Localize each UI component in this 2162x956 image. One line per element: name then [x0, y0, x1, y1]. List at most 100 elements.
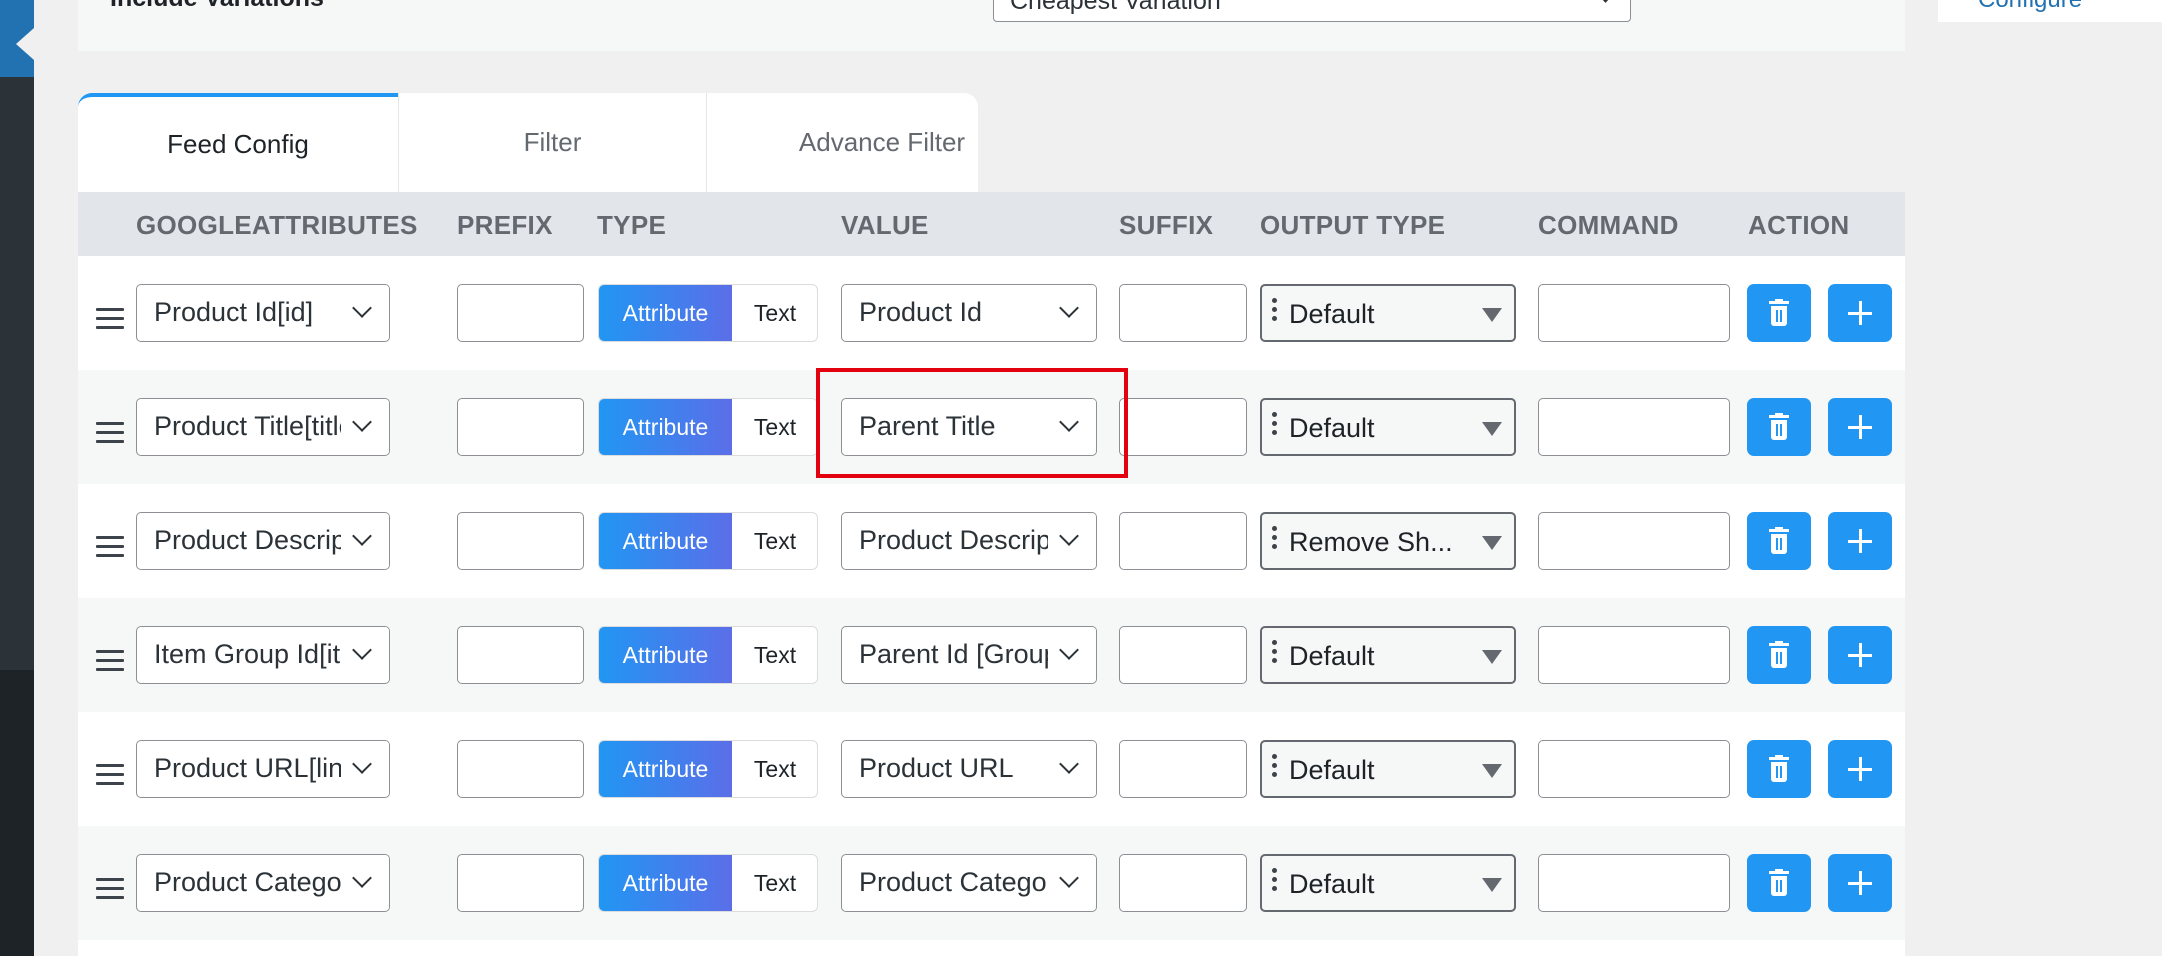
delete-row-button[interactable] — [1747, 284, 1811, 342]
prefix-input[interactable] — [457, 854, 584, 912]
command-input[interactable] — [1538, 740, 1730, 798]
add-row-button[interactable] — [1828, 740, 1892, 798]
column-header-command: COMMAND — [1538, 210, 1679, 240]
prefix-input[interactable] — [457, 512, 584, 570]
attribute-select[interactable]: Product Category[product_type] — [136, 854, 390, 912]
attribute-select[interactable]: Product Description[description] — [136, 512, 390, 570]
output-type-select[interactable]: Default — [1260, 626, 1516, 684]
multi-select-handle-icon — [1272, 640, 1277, 667]
table-header: GOOGLEATTRIBUTES PREFIX TYPE VALUE SUFFI… — [78, 192, 1905, 256]
type-text-button[interactable]: Text — [732, 741, 817, 797]
value-select[interactable]: Product Category — [841, 854, 1097, 912]
tab-filter[interactable]: Filter — [399, 93, 706, 192]
table-row: Product Category[product_type] Attribute… — [78, 826, 1905, 940]
delete-row-button[interactable] — [1747, 626, 1811, 684]
value-select[interactable]: Product Id — [841, 284, 1097, 342]
dropdown-arrow-icon — [1482, 308, 1502, 322]
type-attribute-button[interactable]: Attribute — [599, 855, 732, 911]
trash-icon — [1769, 527, 1789, 555]
output-type-select[interactable]: Default — [1260, 398, 1516, 456]
suffix-input[interactable] — [1119, 398, 1247, 456]
trash-icon — [1769, 869, 1789, 897]
suffix-input[interactable] — [1119, 626, 1247, 684]
suffix-input[interactable] — [1119, 284, 1247, 342]
delete-row-button[interactable] — [1747, 398, 1811, 456]
include-variations-value: Cheapest Variation — [1010, 0, 1221, 15]
command-input[interactable] — [1538, 854, 1730, 912]
add-row-button[interactable] — [1828, 854, 1892, 912]
add-row-button[interactable] — [1828, 398, 1892, 456]
suffix-input[interactable] — [1119, 512, 1247, 570]
delete-row-button[interactable] — [1747, 512, 1811, 570]
type-toggle: Attribute Text — [598, 284, 818, 342]
attribute-select[interactable]: Product URL[link] — [136, 740, 390, 798]
multi-select-handle-icon — [1272, 868, 1277, 895]
type-text-button[interactable]: Text — [732, 855, 817, 911]
drag-handle-icon[interactable] — [96, 764, 124, 786]
include-variations-select[interactable]: Cheapest Variation — [993, 0, 1631, 22]
output-type-select[interactable]: Default — [1260, 740, 1516, 798]
dropdown-arrow-icon — [1482, 650, 1502, 664]
delete-row-button[interactable] — [1747, 740, 1811, 798]
drag-handle-icon[interactable] — [96, 422, 124, 444]
chevron-down-icon — [1596, 0, 1615, 3]
dropdown-arrow-icon — [1482, 536, 1502, 550]
column-header-output-type: OUTPUT TYPE — [1260, 210, 1446, 240]
command-input[interactable] — [1538, 398, 1730, 456]
command-input[interactable] — [1538, 512, 1730, 570]
include-variations-label: Include Variations* — [110, 0, 334, 13]
drag-handle-icon[interactable] — [96, 308, 124, 330]
value-select[interactable]: Product URL — [841, 740, 1097, 798]
multi-select-handle-icon — [1272, 754, 1277, 781]
table-row: Product URL[link] Attribute Text Product… — [78, 712, 1905, 826]
add-row-button[interactable] — [1828, 512, 1892, 570]
type-attribute-button[interactable]: Attribute — [599, 513, 732, 569]
type-text-button[interactable]: Text — [732, 513, 817, 569]
multi-select-handle-icon — [1272, 412, 1277, 439]
add-row-button[interactable] — [1828, 284, 1892, 342]
type-text-button[interactable]: Text — [732, 399, 817, 455]
drag-handle-icon[interactable] — [96, 536, 124, 558]
type-attribute-button[interactable]: Attribute — [599, 399, 732, 455]
prefix-input[interactable] — [457, 740, 584, 798]
value-select[interactable]: Parent Title — [841, 398, 1097, 456]
add-row-button[interactable] — [1828, 626, 1892, 684]
suffix-input[interactable] — [1119, 740, 1247, 798]
type-attribute-button[interactable]: Attribute — [599, 285, 732, 341]
dropdown-arrow-icon — [1482, 764, 1502, 778]
type-attribute-button[interactable]: Attribute — [599, 741, 732, 797]
prefix-input[interactable] — [457, 284, 584, 342]
attribute-select[interactable]: Product Title[title] — [136, 398, 390, 456]
output-type-select[interactable]: Default — [1260, 284, 1516, 342]
column-header-action: ACTION — [1748, 210, 1850, 240]
type-attribute-button[interactable]: Attribute — [599, 627, 732, 683]
output-type-select[interactable]: Default — [1260, 854, 1516, 912]
table-row: Product Description[description] Attribu… — [78, 484, 1905, 598]
plus-icon — [1848, 643, 1872, 667]
prefix-input[interactable] — [457, 626, 584, 684]
type-text-button[interactable]: Text — [732, 285, 817, 341]
drag-handle-icon[interactable] — [96, 878, 124, 900]
delete-row-button[interactable] — [1747, 854, 1811, 912]
tab-feed-config[interactable]: Feed Config — [78, 93, 398, 192]
dropdown-arrow-icon — [1482, 422, 1502, 436]
plus-icon — [1848, 757, 1872, 781]
command-input[interactable] — [1538, 626, 1730, 684]
attribute-select[interactable]: Item Group Id[item_group_id] — [136, 626, 390, 684]
command-input[interactable] — [1538, 284, 1730, 342]
output-type-select[interactable]: Remove Sh... — [1260, 512, 1516, 570]
tab-advance-filter[interactable]: Advance Filter — [707, 93, 1057, 192]
attribute-select[interactable]: Product Id[id] — [136, 284, 390, 342]
menu-pointer-icon — [16, 28, 34, 60]
drag-handle-icon[interactable] — [96, 650, 124, 672]
type-text-button[interactable]: Text — [732, 627, 817, 683]
suffix-input[interactable] — [1119, 854, 1247, 912]
side-card: Configure — [1938, 0, 2162, 22]
trash-icon — [1769, 413, 1789, 441]
side-card-link[interactable]: Configure — [1978, 0, 2082, 14]
value-select[interactable]: Product Description — [841, 512, 1097, 570]
column-header-attributes: GOOGLEATTRIBUTES — [136, 210, 418, 240]
prefix-input[interactable] — [457, 398, 584, 456]
value-select[interactable]: Parent Id [Group Id] — [841, 626, 1097, 684]
column-header-prefix: PREFIX — [457, 210, 553, 240]
